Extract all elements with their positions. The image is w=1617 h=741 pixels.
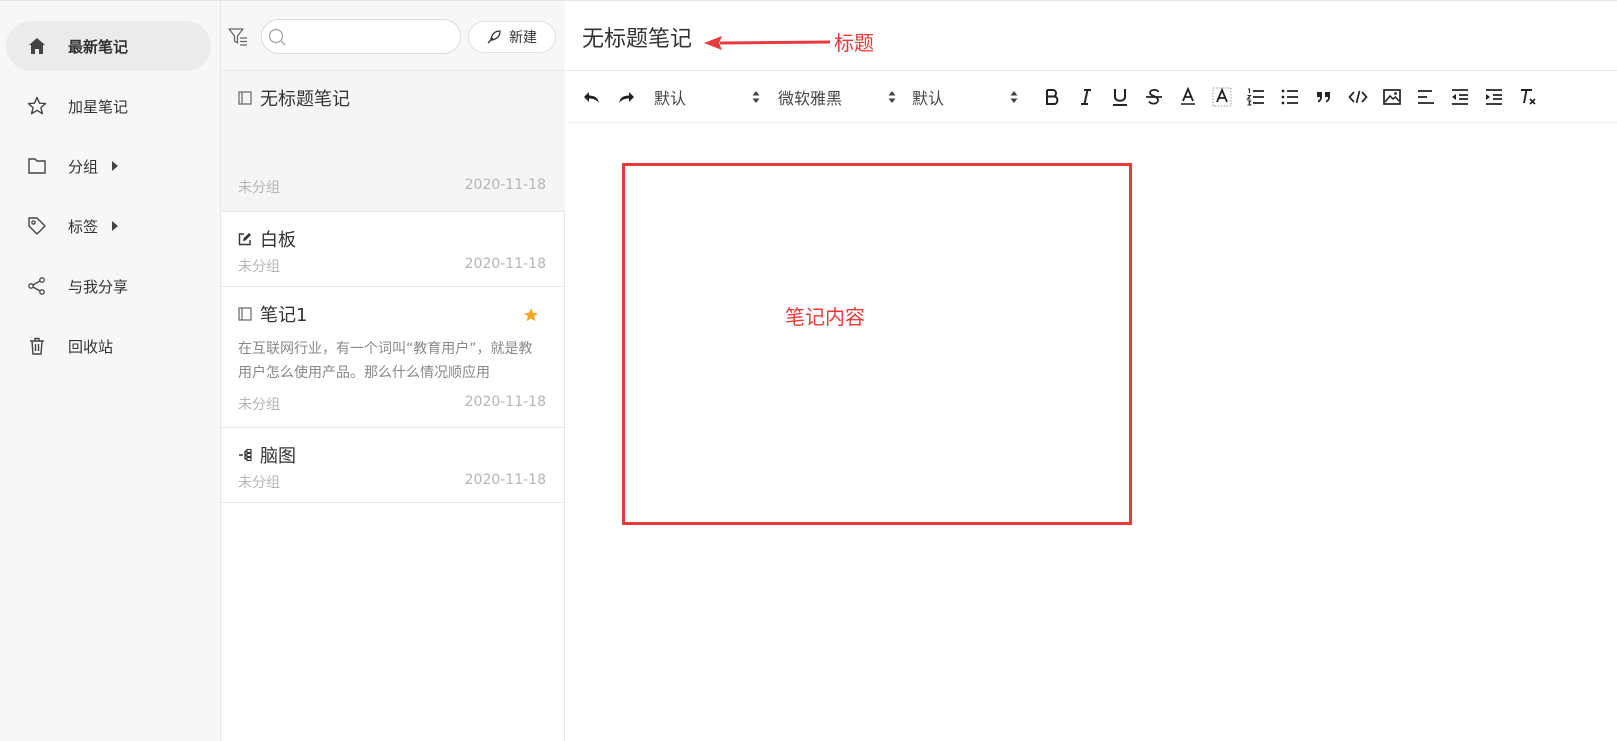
- outdent-icon[interactable]: [1448, 85, 1472, 109]
- clear-format-icon[interactable]: [1516, 85, 1540, 109]
- image-icon[interactable]: [1380, 85, 1404, 109]
- note-doc-icon: [238, 90, 252, 105]
- filter-icon[interactable]: [227, 26, 249, 48]
- undo-icon[interactable]: [580, 85, 604, 109]
- note-list-item[interactable]: 白板 未分组 2020-11-18: [221, 212, 565, 287]
- note-group: 未分组: [238, 475, 280, 491]
- title-row: 无标题笔记 标题: [566, 1, 1617, 71]
- new-note-label: 新建: [509, 30, 537, 46]
- caret-right-icon[interactable]: [112, 161, 119, 171]
- note-title: 笔记1: [260, 305, 308, 326]
- note-title: 无标题笔记: [260, 89, 350, 110]
- note-list-toolbar: 新建: [221, 1, 565, 71]
- editor-panel: 无标题笔记 标题 默认 微软雅黑 默认 笔记内容: [566, 1, 1617, 741]
- font-family-select[interactable]: 微软雅黑: [778, 85, 896, 109]
- sidebar-item-starred-notes[interactable]: 加星笔记: [6, 81, 211, 131]
- whiteboard-edit-icon: [238, 231, 252, 246]
- note-date: 2020-11-18: [464, 256, 546, 272]
- star-filled-icon[interactable]: [523, 307, 539, 323]
- folder-icon: [26, 155, 48, 177]
- note-list-item[interactable]: 笔记1 在互联网行业，有一个词叫“教育用户”，就是教用户怎么使用产品。那么什么情…: [221, 287, 565, 428]
- sidebar-item-label: 加星笔记: [68, 97, 129, 116]
- italic-icon[interactable]: [1074, 85, 1098, 109]
- note-list-item[interactable]: 脑图 未分组 2020-11-18: [221, 428, 565, 503]
- note-list-panel: 新建 无标题笔记 未分组 2020-11-18 白板 未分组 2020-11-1…: [221, 1, 565, 741]
- note-list-item[interactable]: 无标题笔记 未分组 2020-11-18: [221, 71, 565, 212]
- note-title-input[interactable]: 无标题笔记: [582, 21, 692, 53]
- note-title: 白板: [260, 230, 296, 251]
- font-color-icon[interactable]: [1176, 85, 1200, 109]
- note-date: 2020-11-18: [464, 472, 546, 488]
- annotation-content-label: 笔记内容: [785, 305, 865, 329]
- note-excerpt: 在互联网行业，有一个词叫“教育用户”，就是教用户怎么使用产品。那么什么情况顺应用: [238, 341, 533, 381]
- sort-arrows-icon: [888, 91, 896, 103]
- sidebar-item-trash[interactable]: 回收站: [6, 321, 211, 371]
- home-icon: [26, 35, 48, 57]
- share-icon: [26, 275, 48, 297]
- sidebar-item-shared-with-me[interactable]: 与我分享: [6, 261, 211, 311]
- bullet-list-icon[interactable]: [1278, 85, 1302, 109]
- trash-icon: [26, 335, 48, 357]
- note-title: 脑图: [260, 446, 296, 467]
- redo-icon[interactable]: [614, 85, 638, 109]
- code-icon[interactable]: [1346, 85, 1370, 109]
- sidebar-item-label: 分组: [68, 157, 99, 176]
- sidebar-item-label: 回收站: [68, 337, 114, 356]
- search-icon: [267, 27, 287, 47]
- quote-icon[interactable]: [1312, 85, 1336, 109]
- note-group: 未分组: [238, 259, 280, 275]
- mindmap-icon: [238, 447, 252, 462]
- underline-icon[interactable]: [1108, 85, 1132, 109]
- heading-select-value: 默认: [654, 89, 687, 108]
- strikethrough-icon[interactable]: [1142, 85, 1166, 109]
- sidebar-item-label: 最新笔记: [68, 37, 129, 56]
- sidebar-item-label: 标签: [68, 217, 99, 236]
- sidebar: 最新笔记 加星笔记 分组 标签 与我分享 回收站: [0, 1, 221, 741]
- font-size-select[interactable]: 默认: [912, 85, 1018, 109]
- font-family-select-value: 微软雅黑: [778, 89, 843, 108]
- feather-icon: [487, 30, 501, 44]
- sort-arrows-icon: [752, 91, 760, 103]
- note-doc-icon: [238, 306, 252, 321]
- search-input[interactable]: [261, 19, 461, 54]
- note-group: 未分组: [238, 180, 280, 196]
- editor-toolbar: 默认 微软雅黑 默认: [566, 71, 1617, 123]
- bold-icon[interactable]: [1040, 85, 1064, 109]
- note-date: 2020-11-18: [464, 394, 546, 410]
- align-left-icon[interactable]: [1414, 85, 1438, 109]
- new-note-button[interactable]: 新建: [468, 21, 556, 53]
- note-group: 未分组: [238, 397, 280, 413]
- note-content-area[interactable]: 笔记内容: [622, 163, 1132, 525]
- annotation-arrow-icon: [704, 36, 831, 50]
- heading-select[interactable]: 默认: [654, 85, 760, 109]
- sidebar-item-tags[interactable]: 标签: [6, 201, 211, 251]
- sidebar-item-recent-notes[interactable]: 最新笔记: [6, 21, 211, 71]
- ordered-list-icon[interactable]: [1244, 85, 1268, 109]
- font-size-select-value: 默认: [912, 89, 945, 108]
- tag-icon: [26, 215, 48, 237]
- indent-icon[interactable]: [1482, 85, 1506, 109]
- star-outline-icon: [26, 95, 48, 117]
- note-date: 2020-11-18: [464, 177, 546, 193]
- sidebar-item-groups[interactable]: 分组: [6, 141, 211, 191]
- caret-right-icon[interactable]: [112, 221, 119, 231]
- annotation-title-label: 标题: [834, 31, 874, 55]
- background-color-icon[interactable]: [1210, 85, 1234, 109]
- sidebar-item-label: 与我分享: [68, 277, 129, 296]
- sort-arrows-icon: [1010, 91, 1018, 103]
